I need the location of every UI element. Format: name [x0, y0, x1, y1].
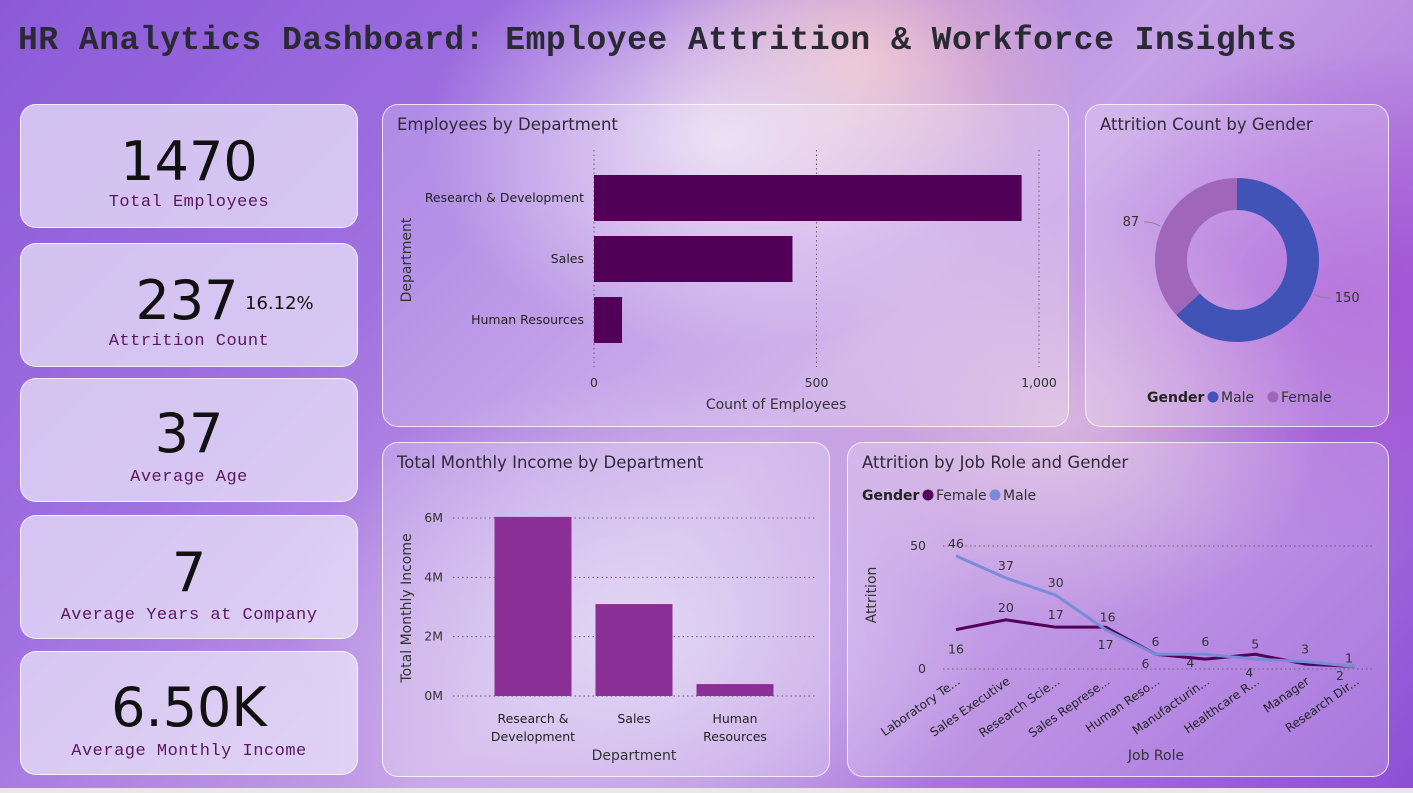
- data-label: 30: [1048, 575, 1064, 590]
- slice-label: 87: [1123, 215, 1140, 230]
- y-axis-label: Attrition: [864, 567, 880, 624]
- kpi-value: 7: [171, 541, 207, 604]
- bar: [594, 297, 623, 343]
- category-label: Sales: [551, 251, 584, 266]
- category-label: Human Resources: [471, 312, 584, 327]
- data-label: 3: [1301, 642, 1309, 657]
- kpi-total-employees[interactable]: 1470 Total Employees: [20, 104, 358, 228]
- category-label: Research & Development: [491, 711, 575, 744]
- data-label: 6: [1152, 634, 1160, 649]
- kpi-label: Average Monthly Income: [71, 742, 307, 761]
- bar: [494, 516, 572, 696]
- bar: [594, 175, 1022, 221]
- panel-attrition-by-job-role[interactable]: Attrition by Job Role and Gender 0 50 Gend…: [847, 442, 1389, 777]
- category-label: Research & Development: [425, 190, 584, 205]
- data-label: 6: [1142, 656, 1150, 671]
- kpi-value: 6.50K: [111, 676, 267, 739]
- leader-line: [1144, 221, 1161, 227]
- data-label: 46: [948, 536, 964, 551]
- bar: [595, 604, 673, 696]
- legend-label: Male: [1003, 488, 1036, 504]
- data-label: 1: [1345, 651, 1353, 666]
- y-axis-label: Total Monthly Income: [399, 533, 415, 683]
- data-label: 20: [998, 600, 1014, 615]
- y-axis-label: Department: [399, 217, 415, 302]
- x-axis-label: Count of Employees: [706, 397, 847, 413]
- legend-label: Female: [936, 488, 987, 504]
- tick-label: 2M: [424, 629, 443, 644]
- kpi-label: Average Years at Company: [60, 606, 318, 625]
- data-label: 5: [1251, 637, 1259, 652]
- bar: [594, 236, 793, 282]
- data-label: 17: [1098, 637, 1114, 652]
- tick-label: 0M: [424, 688, 443, 703]
- bar: [696, 684, 774, 696]
- legend-label: Female: [1281, 390, 1332, 406]
- data-label: 37: [998, 558, 1014, 573]
- category-label: Human Resources: [703, 711, 767, 744]
- kpi-average-years[interactable]: 7 Average Years at Company: [20, 515, 358, 639]
- data-label: 17: [1048, 607, 1064, 622]
- panel-employees-by-department[interactable]: Employees by Department Research & Devel…: [382, 104, 1069, 427]
- tick-label: 0: [918, 661, 926, 676]
- legend-swatch-female: [1267, 391, 1279, 403]
- legend-swatch-female: [922, 489, 934, 501]
- leader-line: [1313, 293, 1330, 299]
- kpi-attrition-count[interactable]: 237 16.12% Attrition Count: [20, 243, 358, 367]
- tick-label: 50: [910, 538, 926, 553]
- kpi-label: Attrition Count: [108, 332, 270, 351]
- legend-title: Gender: [1147, 390, 1204, 406]
- x-axis-label: Department: [592, 748, 677, 764]
- tick-label: 6M: [424, 510, 443, 525]
- panel-income-by-department[interactable]: Total Monthly Income by Department 0M 2M 4…: [382, 442, 830, 777]
- attrition-rate: 16.12%: [245, 293, 314, 314]
- data-label: 16: [1100, 610, 1116, 625]
- kpi-label: Total Employees: [108, 193, 270, 212]
- tick-label: 1,000: [1021, 375, 1057, 390]
- legend-label: Male: [1221, 390, 1254, 406]
- kpi-value: 37: [154, 402, 224, 465]
- data-label: 16: [948, 642, 964, 657]
- bottom-strip: [0, 788, 1413, 793]
- legend-swatch-male: [1207, 391, 1219, 403]
- income-by-department-chart: 0M 2M 4M 6M Research & Development Sales Human R…: [399, 510, 815, 764]
- kpi-average-age[interactable]: 37 Average Age: [20, 378, 358, 502]
- legend-title: Gender: [862, 488, 919, 504]
- dashboard-title: HR Analytics Dashboard: Employee Attriti…: [18, 22, 1298, 59]
- kpi-value: 1470: [120, 130, 258, 193]
- panel-attrition-by-gender[interactable]: Attrition Count by Gender 150 87 Gender Mal…: [1085, 104, 1389, 427]
- tick-label: 500: [805, 375, 829, 390]
- slice: [1155, 178, 1237, 316]
- legend-swatch-male: [989, 489, 1001, 501]
- x-axis-label: Job Role: [1127, 748, 1184, 764]
- attrition-by-job-role-chart: 050Gender Female Male1620 17176463730166 643…: [862, 488, 1373, 764]
- tick-label: 0: [590, 375, 598, 390]
- attrition-by-gender-chart: 150 87 Gender Male Female: [1123, 178, 1360, 406]
- series-line-male: [955, 554, 1356, 669]
- tick-label: 4M: [424, 569, 443, 584]
- employees-by-department-chart: Research & Development Sales Human Resourc…: [399, 150, 1057, 413]
- slice-label: 150: [1335, 291, 1360, 306]
- kpi-average-income[interactable]: 6.50K Average Monthly Income: [20, 651, 358, 775]
- data-label: 4: [1186, 655, 1194, 670]
- kpi-label: Average Age: [130, 468, 248, 487]
- data-label: 6: [1201, 634, 1209, 649]
- category-label: Sales: [617, 711, 650, 726]
